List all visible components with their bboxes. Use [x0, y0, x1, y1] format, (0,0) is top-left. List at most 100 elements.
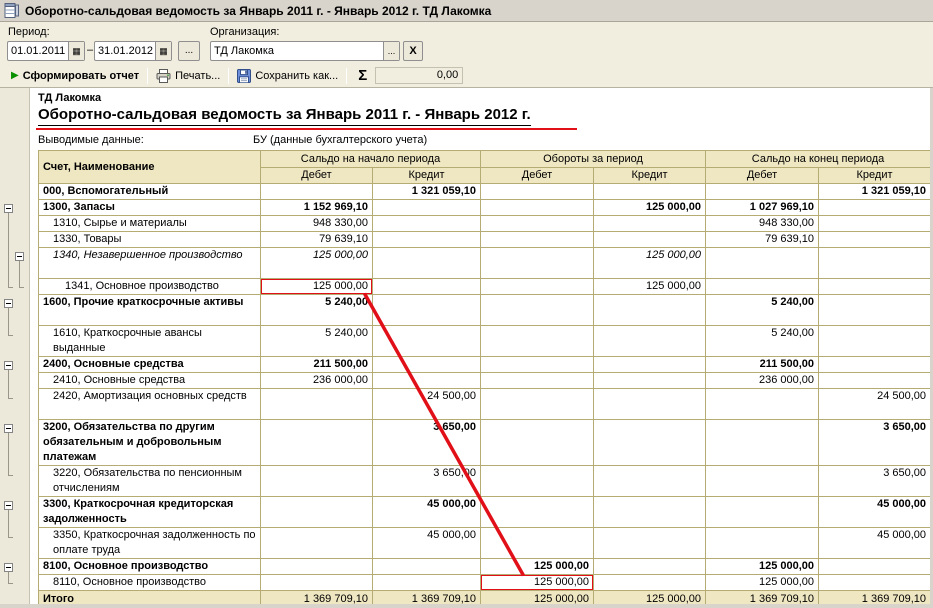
cell-turnover-debit[interactable] [481, 279, 594, 295]
cell-turnover-debit[interactable]: 125 000,00 [481, 575, 594, 591]
account-cell[interactable]: 1330, Товары [39, 232, 261, 248]
total-saldo-end-credit[interactable]: 1 369 709,10 [819, 591, 931, 608]
cell-saldo-start-debit[interactable]: 211 500,00 [261, 357, 373, 373]
account-cell[interactable]: 2410, Основные средства [39, 373, 261, 389]
cell-saldo-end-credit[interactable]: 3 650,00 [819, 420, 931, 466]
cell-turnover-credit[interactable]: 125 000,00 [594, 279, 706, 295]
date-from-field[interactable]: ▦ [7, 41, 85, 61]
account-cell[interactable]: 1341, Основное производство [39, 279, 261, 295]
account-cell[interactable]: 1310, Сырье и материалы [39, 216, 261, 232]
cell-saldo-start-credit[interactable] [373, 559, 481, 575]
cell-saldo-start-credit[interactable] [373, 232, 481, 248]
cell-turnover-credit[interactable] [594, 216, 706, 232]
cell-saldo-start-debit[interactable] [261, 420, 373, 466]
cell-turnover-credit[interactable] [594, 357, 706, 373]
cell-saldo-start-debit[interactable] [261, 184, 373, 200]
cell-saldo-end-debit[interactable] [706, 184, 819, 200]
total-turnover-credit[interactable]: 125 000,00 [594, 591, 706, 608]
cell-saldo-end-debit[interactable] [706, 528, 819, 559]
cell-saldo-end-debit[interactable]: 79 639,10 [706, 232, 819, 248]
cell-turnover-debit[interactable] [481, 357, 594, 373]
cell-turnover-credit[interactable] [594, 466, 706, 497]
account-cell[interactable]: 3220, Обязательства по пенсионным отчисл… [39, 466, 261, 497]
collapse-group-button[interactable] [15, 252, 24, 261]
collapse-group-button[interactable] [4, 563, 13, 572]
account-cell[interactable]: 1610, Краткосрочные авансы выданные [39, 326, 261, 357]
organization-input[interactable] [211, 42, 383, 60]
cell-turnover-credit[interactable] [594, 373, 706, 389]
cell-saldo-start-credit[interactable] [373, 248, 481, 279]
sigma-sum-button[interactable]: Σ [350, 67, 375, 84]
cell-saldo-end-debit[interactable]: 948 330,00 [706, 216, 819, 232]
cell-turnover-debit[interactable] [481, 373, 594, 389]
cell-turnover-credit[interactable] [594, 575, 706, 591]
cell-turnover-debit[interactable] [481, 420, 594, 466]
account-cell[interactable]: 8100, Основное производство [39, 559, 261, 575]
generate-report-button[interactable]: ▶ Сформировать отчет [6, 68, 144, 84]
cell-saldo-start-debit[interactable] [261, 389, 373, 420]
cell-saldo-start-credit[interactable] [373, 373, 481, 389]
account-cell[interactable]: 1600, Прочие краткосрочные активы [39, 295, 261, 326]
cell-turnover-credit[interactable] [594, 184, 706, 200]
cell-turnover-debit[interactable] [481, 295, 594, 326]
account-cell[interactable]: 8110, Основное производство [39, 575, 261, 591]
cell-saldo-start-credit[interactable]: 3 650,00 [373, 466, 481, 497]
cell-saldo-start-debit[interactable] [261, 466, 373, 497]
cell-saldo-end-credit[interactable] [819, 357, 931, 373]
cell-turnover-debit[interactable] [481, 528, 594, 559]
cell-saldo-start-credit[interactable] [373, 279, 481, 295]
org-clear-button[interactable]: X [403, 41, 423, 61]
account-cell[interactable]: 1340, Незавершенное производство [39, 248, 261, 279]
cell-saldo-start-debit[interactable]: 125 000,00 [261, 248, 373, 279]
cell-saldo-end-credit[interactable] [819, 559, 931, 575]
collapse-group-button[interactable] [4, 424, 13, 433]
collapse-group-button[interactable] [4, 501, 13, 510]
cell-saldo-start-credit[interactable] [373, 216, 481, 232]
cell-saldo-end-debit[interactable] [706, 248, 819, 279]
cell-saldo-end-credit[interactable] [819, 279, 931, 295]
cell-saldo-start-credit[interactable]: 45 000,00 [373, 497, 481, 528]
collapse-group-button[interactable] [4, 204, 13, 213]
cell-saldo-start-debit[interactable]: 125 000,00 [261, 279, 373, 295]
collapse-group-button[interactable] [4, 361, 13, 370]
date-to-input[interactable] [95, 42, 155, 60]
cell-turnover-debit[interactable] [481, 248, 594, 279]
cell-saldo-start-credit[interactable]: 3 650,00 [373, 420, 481, 466]
cell-saldo-end-credit[interactable]: 45 000,00 [819, 528, 931, 559]
cell-turnover-debit[interactable]: 125 000,00 [481, 559, 594, 575]
cell-turnover-debit[interactable] [481, 326, 594, 357]
cell-turnover-credit[interactable] [594, 389, 706, 420]
account-cell[interactable]: 2400, Основные средства [39, 357, 261, 373]
cell-saldo-end-debit[interactable] [706, 279, 819, 295]
cell-saldo-end-debit[interactable] [706, 420, 819, 466]
organization-field[interactable]: ... [210, 41, 400, 61]
total-saldo-start-credit[interactable]: 1 369 709,10 [373, 591, 481, 608]
cell-saldo-start-credit[interactable] [373, 575, 481, 591]
calendar-icon[interactable]: ▦ [155, 42, 171, 60]
cell-saldo-start-debit[interactable] [261, 497, 373, 528]
cell-saldo-end-credit[interactable] [819, 200, 931, 216]
cell-turnover-credit[interactable] [594, 232, 706, 248]
cell-saldo-start-debit[interactable]: 948 330,00 [261, 216, 373, 232]
cell-saldo-end-credit[interactable] [819, 232, 931, 248]
cell-saldo-end-debit[interactable]: 125 000,00 [706, 575, 819, 591]
cell-saldo-end-debit[interactable] [706, 389, 819, 420]
cell-saldo-start-credit[interactable] [373, 357, 481, 373]
account-cell[interactable]: 3200, Обязательства по другим обязательн… [39, 420, 261, 466]
cell-saldo-start-debit[interactable]: 236 000,00 [261, 373, 373, 389]
total-turnover-debit[interactable]: 125 000,00 [481, 591, 594, 608]
cell-saldo-end-debit[interactable]: 5 240,00 [706, 326, 819, 357]
cell-saldo-start-credit[interactable] [373, 200, 481, 216]
total-saldo-start-debit[interactable]: 1 369 709,10 [261, 591, 373, 608]
cell-saldo-end-credit[interactable] [819, 373, 931, 389]
cell-turnover-credit[interactable] [594, 559, 706, 575]
cell-saldo-end-credit[interactable] [819, 216, 931, 232]
cell-saldo-end-debit[interactable] [706, 497, 819, 528]
cell-turnover-debit[interactable] [481, 184, 594, 200]
account-cell[interactable]: 3350, Краткосрочная задолженность по опл… [39, 528, 261, 559]
cell-saldo-end-credit[interactable] [819, 295, 931, 326]
cell-saldo-end-debit[interactable]: 236 000,00 [706, 373, 819, 389]
cell-turnover-credit[interactable] [594, 295, 706, 326]
period-more-button[interactable]: ... [178, 41, 200, 61]
collapse-group-button[interactable] [4, 299, 13, 308]
